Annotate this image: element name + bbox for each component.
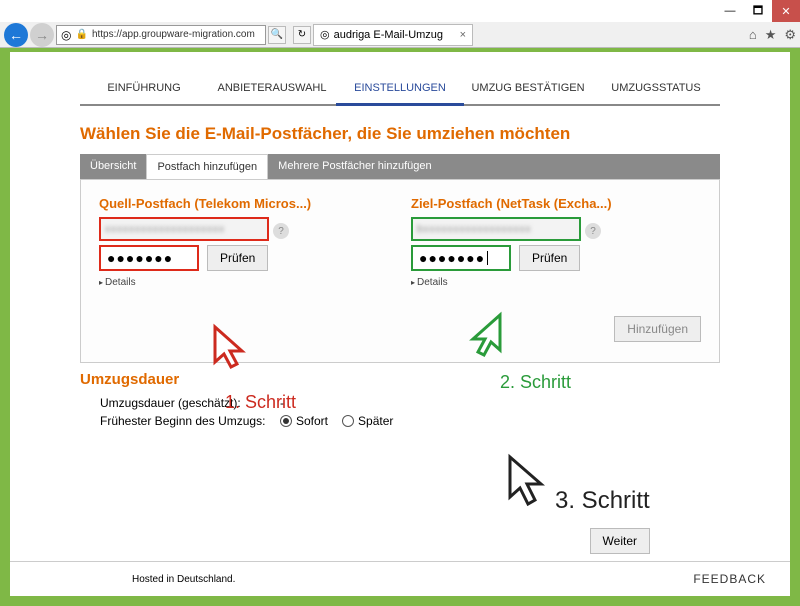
step-umzug-bestaetigen[interactable]: UMZUG BESTÄTIGEN <box>464 72 592 104</box>
duration-heading: Umzugsdauer <box>80 371 720 388</box>
home-icon[interactable]: ⌂ <box>749 27 757 43</box>
next-button[interactable]: Weiter <box>590 528 650 554</box>
source-details-toggle[interactable]: Details <box>99 277 389 288</box>
wizard-steps: EINFÜHRUNG ANBIETERAUSWAHL EINSTELLUNGEN… <box>80 72 720 106</box>
annotation-cursor-black <box>505 452 555 512</box>
page-title: Wählen Sie die E-Mail-Postfächer, die Si… <box>80 124 720 144</box>
close-button[interactable]: ✕ <box>772 0 800 22</box>
feedback-button[interactable]: FEEDBACK <box>681 566 778 592</box>
duration-start-label: Frühester Beginn des Umzugs: <box>100 414 280 428</box>
tab-close-icon[interactable]: × <box>460 29 466 41</box>
source-email-field[interactable]: xxxxxxxxxxxxxxxxxxxx <box>99 217 269 241</box>
step-einfuehrung[interactable]: EINFÜHRUNG <box>80 72 208 104</box>
target-details-toggle[interactable]: Details <box>411 277 701 288</box>
page-viewport: EINFÜHRUNG ANBIETERAUSWAHL EINSTELLUNGEN… <box>10 52 790 596</box>
mailbox-panel: Quell-Postfach (Telekom Micros...) xxxxx… <box>80 179 720 363</box>
mailbox-tabs: Übersicht Postfach hinzufügen Mehrere Po… <box>80 154 720 179</box>
refresh-icon[interactable]: ↻ <box>293 26 311 44</box>
annotation-step3: 3. Schritt <box>555 487 650 515</box>
target-column: Ziel-Postfach (NetTask (Excha...) bxxxxx… <box>411 196 701 288</box>
add-mailbox-button[interactable]: Hinzufügen <box>614 316 701 342</box>
tab-postfach-hinzufuegen[interactable]: Postfach hinzufügen <box>146 154 268 179</box>
radio-sofort-label: Sofort <box>296 414 328 428</box>
favorites-icon[interactable]: ★ <box>765 27 777 43</box>
lock-icon: 🔒 <box>75 29 87 40</box>
source-password-field[interactable]: ●●●●●●● <box>99 245 199 271</box>
step-umzugsstatus[interactable]: UMZUGSSTATUS <box>592 72 720 104</box>
duration-est-value: - <box>280 396 284 410</box>
target-title: Ziel-Postfach (NetTask (Excha...) <box>411 196 701 211</box>
minimize-button[interactable]: — <box>716 0 744 22</box>
maximize-button[interactable]: 🗖 <box>744 0 772 22</box>
radio-spaeter-label: Später <box>358 414 393 428</box>
tab-mehrere-hinzufuegen[interactable]: Mehrere Postfächer hinzufügen <box>268 154 441 179</box>
browser-toolbar: ← → ◎ 🔒 https://app.groupware-migration.… <box>0 22 800 48</box>
browser-tab[interactable]: ◎ audriga E-Mail-Umzug × <box>313 24 473 46</box>
forward-button[interactable]: → <box>30 23 54 47</box>
radio-sofort[interactable] <box>280 415 292 427</box>
favicon: ◎ <box>61 28 71 42</box>
help-icon[interactable]: ? <box>585 223 601 239</box>
tab-uebersicht[interactable]: Übersicht <box>80 154 146 179</box>
url-text: https://app.groupware-migration.com <box>92 29 255 40</box>
step-anbieterauswahl[interactable]: ANBIETERAUSWAHL <box>208 72 336 104</box>
radio-spaeter[interactable] <box>342 415 354 427</box>
help-icon[interactable]: ? <box>273 223 289 239</box>
duration-section: Umzugsdauer (geschätzt): - Frühester Beg… <box>100 396 720 428</box>
address-bar[interactable]: ◎ 🔒 https://app.groupware-migration.com <box>56 25 266 45</box>
target-email-field[interactable]: bxxxxxxxxxxxxxxxxxx <box>411 217 581 241</box>
duration-est-label: Umzugsdauer (geschätzt): <box>100 396 280 410</box>
step-einstellungen[interactable]: EINSTELLUNGEN <box>336 72 464 104</box>
target-password-field[interactable]: ●●●●●●● <box>411 245 511 271</box>
tab-favicon: ◎ <box>320 28 330 41</box>
tab-title: audriga E-Mail-Umzug <box>334 29 443 41</box>
source-column: Quell-Postfach (Telekom Micros...) xxxxx… <box>99 196 389 288</box>
source-title: Quell-Postfach (Telekom Micros...) <box>99 196 389 211</box>
back-button[interactable]: ← <box>4 23 28 47</box>
source-check-button[interactable]: Prüfen <box>207 245 268 271</box>
target-check-button[interactable]: Prüfen <box>519 245 580 271</box>
search-icon[interactable]: 🔍 <box>268 26 286 44</box>
page-footer: Hosted in Deutschland. FEEDBACK <box>10 561 790 596</box>
footer-text: Hosted in Deutschland. <box>132 574 235 585</box>
window-titlebar: — 🗖 ✕ <box>0 0 800 22</box>
settings-icon[interactable]: ⚙ <box>784 27 796 43</box>
